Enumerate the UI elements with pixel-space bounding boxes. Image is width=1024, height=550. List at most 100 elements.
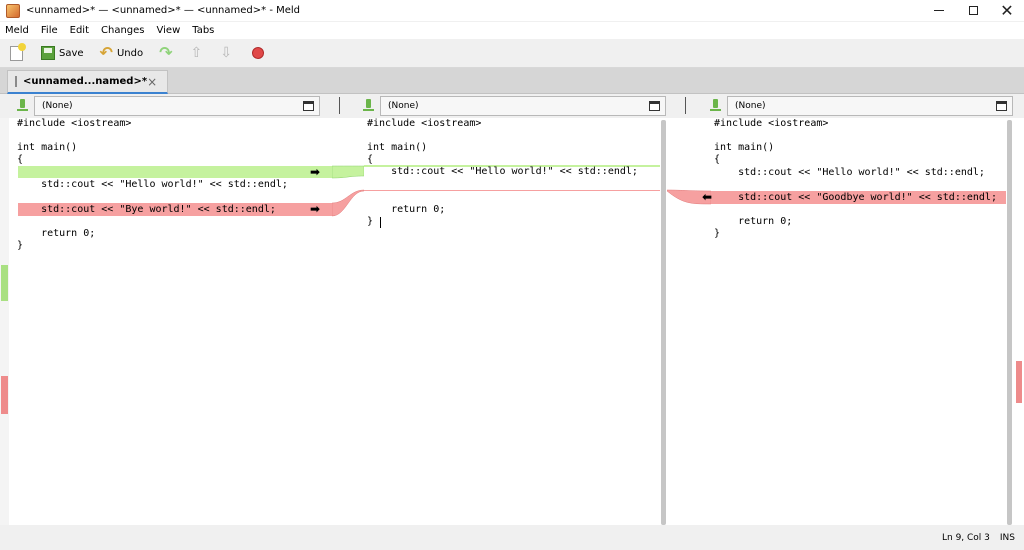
open-file-icon[interactable] xyxy=(996,101,1007,111)
code-line[interactable]: return 0; xyxy=(711,216,792,228)
tab-comparison[interactable]: <unnamed...named>* × xyxy=(7,70,168,94)
open-file-icon[interactable] xyxy=(649,101,660,111)
menu-changes[interactable]: Changes xyxy=(95,25,151,36)
code-line[interactable] xyxy=(14,216,17,228)
tab-label: <unnamed...named>* xyxy=(23,76,148,87)
push-left-arrow-icon[interactable]: ⬅ xyxy=(702,191,712,203)
save-label: Save xyxy=(59,47,84,59)
code-line[interactable]: #include <iostream> xyxy=(364,118,481,130)
diff-chunk-insert xyxy=(18,166,332,178)
code-line[interactable] xyxy=(14,166,17,178)
tab-bar: <unnamed...named>* × xyxy=(0,68,1024,94)
close-window-button[interactable]: ✕ xyxy=(990,0,1024,22)
file-selector-left[interactable]: (None) xyxy=(34,96,320,116)
cursor-position: Ln 9, Col 3 xyxy=(941,532,990,543)
code-line[interactable]: std::cout << "Hello world!" << std::endl… xyxy=(711,167,985,179)
document-icon xyxy=(15,76,17,87)
overview-gutter[interactable] xyxy=(0,118,9,525)
file-label-left: (None) xyxy=(42,101,73,111)
editor-pane-right[interactable]: #include <iostream> int main() { std::co… xyxy=(711,118,1006,525)
file-label-right: (None) xyxy=(735,101,766,111)
file-selector-middle[interactable]: (None) xyxy=(380,96,666,116)
toolbar: Save ↶ Undo ↷ ⇧ ⇩ xyxy=(0,39,1024,68)
scrollbar-right[interactable] xyxy=(1007,120,1012,525)
maximize-icon xyxy=(968,6,978,15)
undo-button[interactable]: ↶ Undo xyxy=(95,41,149,65)
code-line[interactable]: int main() xyxy=(711,142,774,154)
menu-bar: Meld File Edit Changes View Tabs xyxy=(0,22,1024,39)
file-selector-bar: (None) (None) (None) xyxy=(0,94,1024,118)
save-icon xyxy=(41,46,55,60)
diff-connector-right xyxy=(667,118,711,525)
code-line[interactable]: int main() xyxy=(14,142,77,154)
status-bar: Ln 9, Col 3 INS xyxy=(0,525,1024,550)
stop-button[interactable] xyxy=(247,41,269,65)
new-comparison-button[interactable] xyxy=(2,41,28,65)
file-selector-right[interactable]: (None) xyxy=(727,96,1013,116)
code-line[interactable]: std::cout << "Hello world!" << std::endl… xyxy=(364,166,638,178)
code-line[interactable]: std::cout << "Bye world!" << std::endl; xyxy=(14,204,276,216)
editor-pane-left[interactable]: #include <iostream> int main() { std::co… xyxy=(14,118,332,525)
code-line[interactable]: } xyxy=(364,216,373,228)
diff-connector-left xyxy=(332,118,364,525)
open-file-icon[interactable] xyxy=(303,101,314,111)
undo-label: Undo xyxy=(116,47,144,59)
menu-file[interactable]: File xyxy=(35,25,64,36)
undo-icon: ↶ xyxy=(99,43,113,62)
push-right-arrow-icon[interactable]: ➡ xyxy=(310,203,320,215)
code-line[interactable]: } xyxy=(711,228,720,240)
scrollbar-middle[interactable] xyxy=(661,120,666,525)
file-label-middle: (None) xyxy=(388,101,419,111)
menu-meld[interactable]: Meld xyxy=(0,25,35,36)
window-title: <unnamed>* — <unnamed>* — <unnamed>* - M… xyxy=(26,5,301,16)
code-line[interactable] xyxy=(14,130,17,142)
code-line[interactable]: std::cout << "Goodbye world!" << std::en… xyxy=(711,192,997,204)
code-line[interactable] xyxy=(14,191,17,203)
arrow-down-icon: ⇩ xyxy=(220,45,232,61)
code-line[interactable] xyxy=(711,130,714,142)
title-bar: <unnamed>* — <unnamed>* — <unnamed>* - M… xyxy=(0,0,1024,22)
code-line[interactable]: return 0; xyxy=(364,204,445,216)
editor-pane-middle[interactable]: #include <iostream> int main() { std::co… xyxy=(364,118,660,525)
file-edit-icon[interactable] xyxy=(363,99,374,112)
text-cursor xyxy=(380,217,381,228)
code-line[interactable]: int main() xyxy=(364,142,427,154)
save-button[interactable]: Save xyxy=(36,41,89,65)
code-line[interactable] xyxy=(364,179,367,191)
menu-tabs[interactable]: Tabs xyxy=(186,25,220,36)
meld-app-icon xyxy=(6,3,20,18)
file-edit-icon[interactable] xyxy=(710,99,721,112)
code-line[interactable]: } xyxy=(14,240,23,252)
tab-close-button[interactable]: × xyxy=(147,75,157,89)
maximize-button[interactable] xyxy=(956,0,990,22)
redo-button[interactable]: ↷ xyxy=(154,41,177,65)
push-right-arrow-icon[interactable]: ➡ xyxy=(310,166,320,178)
next-change-button[interactable]: ⇩ xyxy=(215,41,237,65)
arrow-up-icon: ⇧ xyxy=(190,45,203,61)
stop-icon xyxy=(251,47,264,59)
overview-conflict-marker[interactable] xyxy=(1,376,8,414)
code-line[interactable] xyxy=(711,204,714,216)
code-line[interactable]: { xyxy=(364,154,373,166)
insert-mode[interactable]: INS xyxy=(1000,533,1015,543)
code-line[interactable]: #include <iostream> xyxy=(14,118,131,130)
minimize-button[interactable] xyxy=(922,0,956,22)
redo-icon: ↷ xyxy=(159,43,173,62)
diff-chunk-conflict-edge xyxy=(364,190,660,191)
code-line[interactable]: { xyxy=(711,154,720,166)
overview-conflict-marker-right[interactable] xyxy=(1016,361,1022,403)
menu-edit[interactable]: Edit xyxy=(64,25,95,36)
overview-insert-marker[interactable] xyxy=(1,265,8,301)
minimize-icon xyxy=(934,10,944,11)
previous-change-button[interactable]: ⇧ xyxy=(185,41,207,65)
code-line[interactable]: { xyxy=(14,154,23,166)
code-line[interactable] xyxy=(364,130,367,142)
divider xyxy=(685,97,686,114)
menu-view[interactable]: View xyxy=(151,25,187,36)
code-line[interactable]: #include <iostream> xyxy=(711,118,828,130)
code-line[interactable] xyxy=(364,191,367,203)
code-line[interactable]: return 0; xyxy=(14,228,95,240)
code-line[interactable]: std::cout << "Hello world!" << std::endl… xyxy=(14,179,288,191)
divider xyxy=(339,97,340,114)
file-edit-icon[interactable] xyxy=(17,99,28,112)
